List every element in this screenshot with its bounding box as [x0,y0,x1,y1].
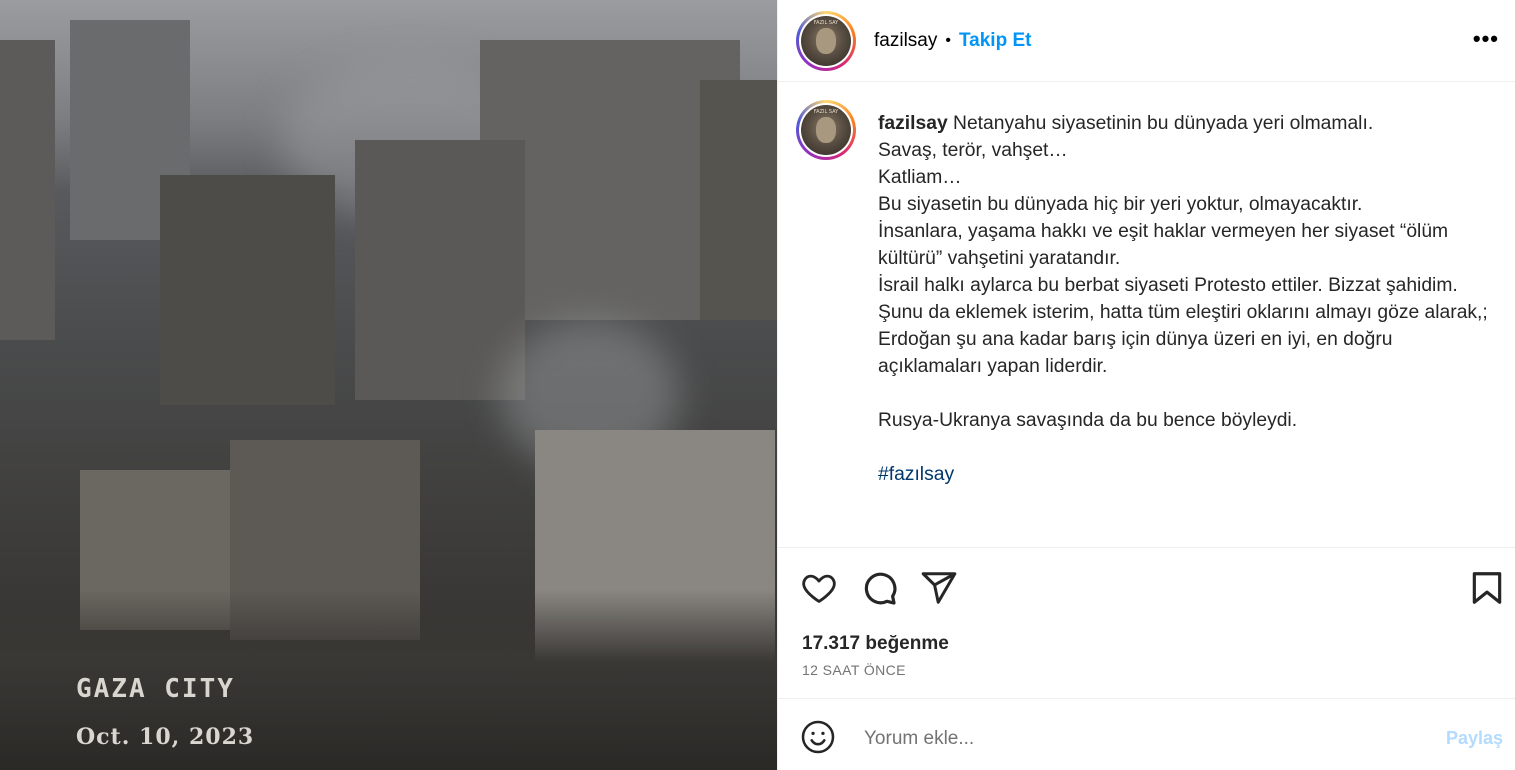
caption-line: Şunu da eklemek isterim, hatta tüm eleşt… [878,302,1488,323]
caption-username[interactable]: fazilsay [878,113,948,134]
separator-dot: • [945,31,951,49]
share-comment-button[interactable]: Paylaş [1446,728,1503,749]
caption-line: Bu siyasetin bu dünyada hiç bir yeri yok… [878,194,1363,215]
bookmark-icon[interactable] [1468,569,1506,607]
avatar-image: FAZIL SAY [801,15,851,66]
comment-bar: Paylaş [778,698,1515,770]
post-timestamp[interactable]: 12 SAAT ÖNCE [802,662,906,678]
avatar-face [816,117,836,143]
header-username[interactable]: fazilsay [874,30,937,52]
post-dialog: GAZA CITY Oct. 10, 2023 FAZIL SAY fazils… [0,0,1515,770]
caption-hashtag[interactable]: #fazılsay [878,461,1493,488]
avatar[interactable]: FAZIL SAY [796,10,856,71]
media-building [0,40,55,340]
caption-area: FAZIL SAY fazilsay Netanyahu siyasetinin… [778,82,1515,548]
avatar-logo-text: FAZIL SAY [813,109,839,115]
more-options-icon[interactable]: ••• [1473,26,1499,52]
caption-line-text: Netanyahu siyasetinin bu dünyada yeri ol… [953,113,1374,134]
media-overlay-date: Oct. 10, 2023 [76,724,255,750]
avatar-logo-text: FAZIL SAY [813,19,839,26]
likes-count[interactable]: 17.317 beğenme [802,633,949,655]
smiley-icon[interactable] [800,719,836,755]
caption-line: Erdoğan şu ana kadar barış için dünya üz… [878,329,1393,377]
media-building [160,175,335,405]
paper-plane-icon[interactable] [920,569,958,607]
caption-line: Rusya-Ukranya savaşında da bu bence böyl… [878,410,1298,431]
caption-line: Katliam… [878,167,962,188]
media-building [700,80,777,320]
caption-line: İnsanlara, yaşama hakkı ve eşit haklar v… [878,221,1449,269]
post-media[interactable]: GAZA CITY Oct. 10, 2023 [0,0,777,770]
avatar-border: FAZIL SAY [799,103,853,157]
heart-icon[interactable] [800,569,838,607]
avatar-face [816,27,836,54]
media-overlay-city: GAZA CITY [76,674,235,704]
caption-text: fazilsay Netanyahu siyasetinin bu dünyad… [878,110,1493,488]
caption-line: İsrail halkı aylarca bu berbat siyaseti … [878,275,1458,296]
caption-line: fazilsay Netanyahu siyasetinin bu dünyad… [878,110,1493,137]
post-header: FAZIL SAY fazilsay • Takip Et ••• [778,0,1515,82]
post-actions [778,563,1515,613]
follow-button[interactable]: Takip Et [959,30,1032,52]
media-building [355,140,525,400]
caption-line: Savaş, terör, vahşet… [878,140,1068,161]
avatar-border: FAZIL SAY [799,13,853,68]
post-panel: FAZIL SAY fazilsay • Takip Et ••• FAZIL … [777,0,1515,770]
comment-icon[interactable] [860,569,898,607]
comment-input[interactable] [862,723,1406,755]
avatar-image: FAZIL SAY [801,105,851,155]
caption-avatar[interactable]: FAZIL SAY [796,100,856,160]
